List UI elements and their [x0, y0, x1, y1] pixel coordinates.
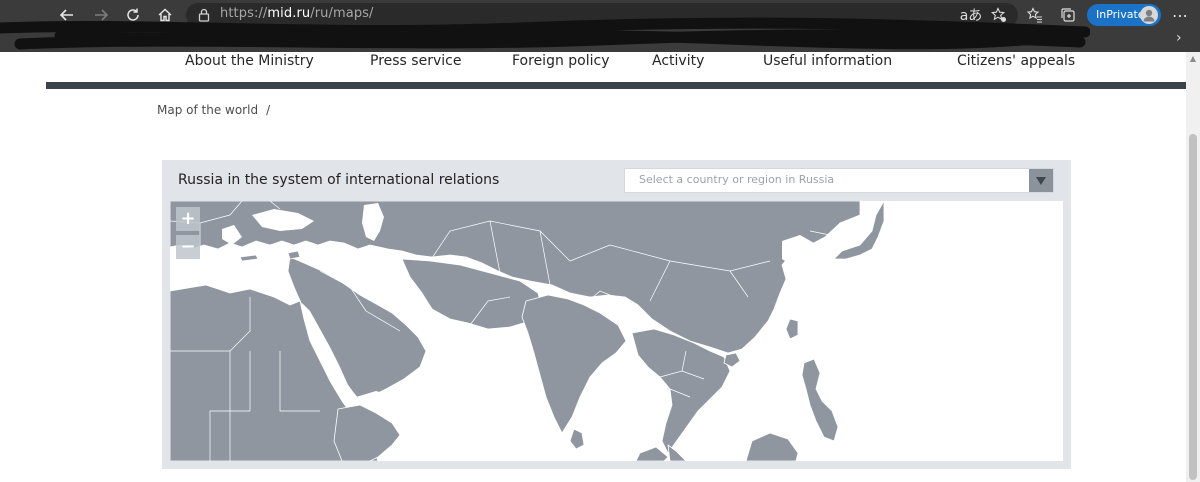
scroll-up-arrow-icon[interactable]: ▲: [1188, 54, 1198, 64]
ellipsis-icon: ⋯: [1172, 5, 1188, 25]
favorites-chevron-icon[interactable]: ›: [1176, 30, 1182, 46]
more-menu-button[interactable]: ⋯: [1168, 3, 1192, 27]
breadcrumb-separator: /: [266, 103, 271, 117]
breadcrumb: Map of the world /: [157, 103, 270, 117]
landmass-sumatra: [635, 446, 669, 461]
landmass-cyprus: [287, 250, 301, 260]
zoom-in-button[interactable]: +: [176, 207, 200, 231]
chevron-down-icon: [1036, 176, 1046, 185]
region-select-toggle[interactable]: [1029, 169, 1053, 192]
landmass-sri-lanka: [569, 428, 585, 450]
page-scrollbar[interactable]: ▲: [1186, 52, 1200, 482]
breadcrumb-current[interactable]: Map of the world: [157, 103, 258, 117]
landmass-crete: [239, 254, 259, 262]
landmass-horn-of-africa: [333, 404, 401, 461]
map-widget: Russia in the system of international re…: [162, 160, 1071, 469]
landmass-taiwan: [785, 318, 799, 340]
scroll-thumb[interactable]: [1189, 134, 1197, 480]
menu-divider: [46, 82, 1186, 89]
zoom-out-button[interactable]: −: [176, 235, 200, 259]
redaction-scribble: [0, 17, 1090, 50]
landmass-philippines: [801, 358, 839, 442]
avatar: [1140, 6, 1158, 24]
user-icon: [1143, 9, 1155, 22]
world-map[interactable]: + −: [170, 201, 1063, 461]
world-map-svg[interactable]: [170, 201, 1063, 461]
landmass-borneo: [745, 432, 799, 461]
region-select-placeholder: Select a country or region in Russia: [639, 173, 835, 186]
map-title: Russia in the system of international re…: [178, 172, 500, 188]
inprivate-button[interactable]: InPrivate: [1087, 4, 1161, 26]
inprivate-label: InPrivate: [1096, 8, 1145, 21]
landmass-malay-peninsula: [667, 444, 687, 461]
region-select[interactable]: Select a country or region in Russia: [624, 168, 1054, 193]
